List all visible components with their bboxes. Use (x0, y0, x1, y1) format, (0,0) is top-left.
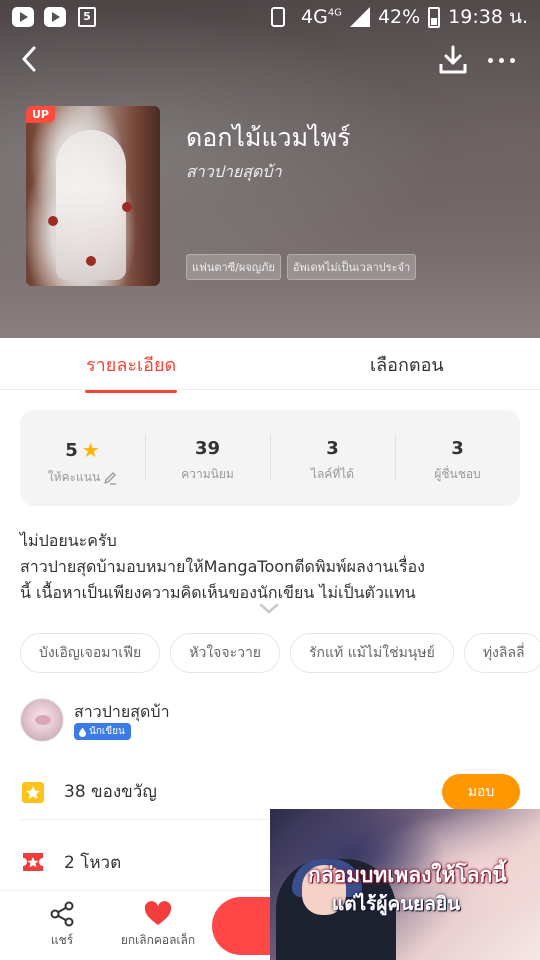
related-tag[interactable]: หัวใจจะวาย (170, 633, 281, 673)
download-icon (439, 45, 467, 74)
stat-popularity: 39 ความนิยม (145, 410, 270, 506)
share-label: แชร์ (50, 933, 74, 947)
book-cover[interactable]: UP (26, 106, 160, 286)
book-header: 5 4G4G 42% 19:38 น. UP ดอกไม้แวมไพร์ สาว… (0, 0, 540, 338)
likes-label: ไลค์ที่ได้ (310, 467, 355, 481)
stat-fans: 3 ผู้ชื่นชอบ (395, 410, 520, 506)
schedule-tag: อัพเดทไม่เป็นเวลาประจำ (286, 254, 417, 280)
genre-tags: แฟนตาซี/ผจญภัย อัพเดทไม่เป็นเวลาประจำ (186, 254, 417, 280)
tab-episodes[interactable]: เลือกตอน (370, 350, 444, 379)
fans-value: 3 (451, 438, 464, 459)
ad-headline: กล่อมบทเพลงให้โลกนี้ (308, 863, 507, 887)
likes-value: 3 (326, 438, 339, 459)
stat-rating[interactable]: 5 ★ ให้คะแนน (20, 410, 145, 506)
vote-ticket-icon (23, 853, 43, 871)
tab-details[interactable]: รายละเอียด (84, 350, 178, 393)
genre-tag[interactable]: แฟนตาซี/ผจญภัย (186, 254, 281, 280)
book-title: ดอกไม้แวมไพร์ (186, 123, 351, 152)
author-row[interactable]: สาวปายสุดบ้า นักเขียน (20, 698, 520, 742)
writer-badge-label: นักเขียน (89, 726, 125, 737)
vibrate-icon (271, 7, 285, 27)
book-description[interactable]: ไม่ปอยนะครับ สาวปายสุดบ้ามอบหมายให้Manga… (20, 528, 520, 606)
book-author[interactable]: สาวปายสุดบ้า (186, 160, 282, 185)
cover-flower (122, 202, 132, 212)
star-icon: ★ (81, 438, 100, 462)
popularity-label: ความนิยม (181, 467, 234, 481)
pencil-icon (104, 471, 117, 485)
gift-icon (22, 781, 44, 803)
vote-count: 2 โหวต (64, 852, 122, 873)
rating-label: ให้คะแนน (47, 470, 101, 484)
back-button[interactable] (16, 44, 46, 74)
battery-icon (428, 6, 441, 28)
unfavorite-label: ยกเลิกคอลเล็ก (120, 933, 196, 947)
battery-percent: 42% (377, 6, 421, 28)
stats-card: 5 ★ ให้คะแนน 39 ความนิยม 3 ไลค์ที่ได้ 3 ผ… (20, 410, 520, 506)
content-tabs: รายละเอียด เลือกตอน (0, 338, 540, 393)
youtube-app-icon (44, 7, 66, 27)
related-tag[interactable]: รักแท้ แม้ไม่ใช่มนุษย์ (290, 633, 454, 673)
floating-ad[interactable]: กล่อมบทเพลงให้โลกนี้ แต่ไร้ผู้คนยลยิน (270, 809, 540, 960)
related-tag[interactable]: บังเอิญเจอมาเฟีย (20, 633, 161, 673)
gift-count: 38 ของขวัญ (64, 782, 157, 802)
youtube-app-icon (12, 7, 34, 27)
share-icon (50, 901, 74, 927)
dot-icon (499, 57, 504, 63)
ad-subline: แต่ไร้ผู้คนยลยิน (332, 893, 461, 915)
writer-badge: นักเขียน (74, 723, 131, 740)
status-bar: 5 4G4G 42% 19:38 น. (0, 0, 540, 34)
heart-icon (144, 901, 172, 925)
cover-flower (86, 256, 96, 266)
cover-flower (48, 216, 58, 226)
html5-icon: 5 (78, 7, 96, 27)
popularity-value: 39 (194, 438, 221, 459)
avatar[interactable] (20, 698, 64, 742)
related-tags: บังเอิญเจอมาเฟีย หัวใจจะวาย รักแท้ แม้ไม… (20, 633, 540, 673)
author-name[interactable]: สาวปายสุดบ้า (74, 700, 170, 725)
update-badge: UP (26, 106, 55, 123)
chevron-down-icon[interactable] (258, 602, 280, 616)
signal-icon (349, 7, 370, 27)
stat-likes: 3 ไลค์ที่ได้ (270, 410, 395, 506)
clock: 19:38 น. (448, 6, 528, 28)
description-line: สาวปายสุดบ้ามอบหมายให้MangaToonตีดพิมพ์ผ… (20, 557, 425, 576)
description-line: ไม่ปอยนะครับ (20, 531, 117, 550)
give-gift-button[interactable]: มอบ (442, 774, 520, 810)
share-button[interactable]: แชร์ (40, 901, 84, 950)
network-type: 4G4G (301, 6, 342, 28)
dot-icon (510, 57, 515, 63)
back-arrow-icon (22, 46, 36, 72)
download-button[interactable] (437, 44, 469, 76)
fans-label: ผู้ชื่นชอบ (434, 467, 481, 481)
unfavorite-button[interactable]: ยกเลิกคอลเล็ก (108, 901, 208, 950)
more-options-button[interactable] (488, 48, 520, 72)
dot-icon (488, 57, 493, 63)
related-tag[interactable]: ทุ่งลิลลี่ (463, 633, 540, 673)
rating-value: 5 (65, 439, 78, 461)
drop-icon (79, 727, 86, 737)
